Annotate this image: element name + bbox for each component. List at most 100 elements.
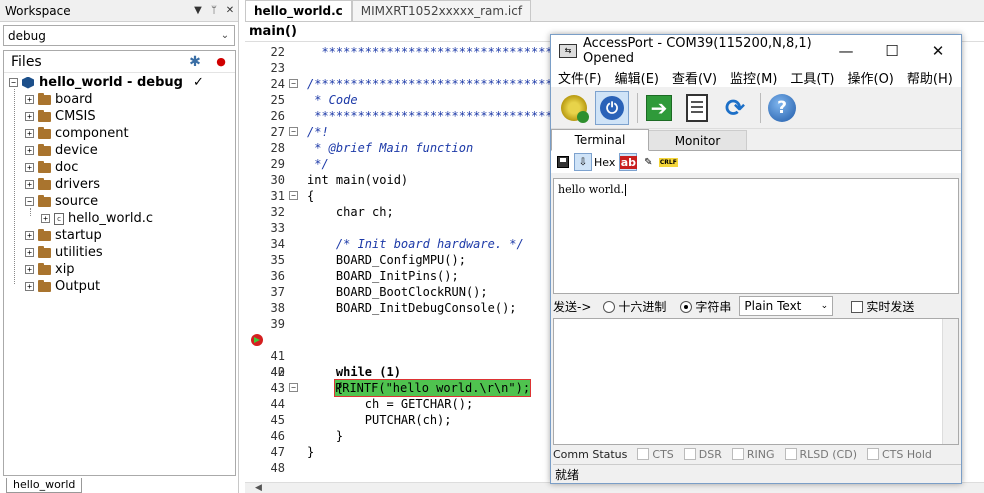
- expand-icon[interactable]: +: [25, 180, 34, 189]
- power-button[interactable]: ⏻: [595, 90, 629, 125]
- ring-indicator: RING: [731, 448, 775, 461]
- editor-tabs: hello_world.c MIMXRT1052xxxxx_ram.icf: [245, 0, 984, 22]
- menu-edit[interactable]: 编辑(E): [615, 68, 659, 87]
- comm-status-bar: Comm Status CTS DSR RING RLSD (CD) CTS H…: [553, 445, 961, 463]
- edit-button[interactable]: ✎: [639, 153, 657, 171]
- dsr-indicator: DSR: [683, 448, 722, 461]
- project-name: hello_world - debug: [39, 75, 183, 90]
- vertical-scrollbar[interactable]: [942, 319, 958, 444]
- document-button[interactable]: [680, 91, 714, 125]
- folder-icon: [38, 160, 51, 173]
- maximize-button[interactable]: ☐: [869, 42, 915, 60]
- fold-icon[interactable]: −: [289, 191, 298, 200]
- expand-icon[interactable]: +: [41, 214, 50, 223]
- receive-area[interactable]: hello world.: [553, 178, 959, 294]
- fold-icon[interactable]: −: [289, 383, 298, 392]
- fold-icon[interactable]: −: [289, 127, 298, 136]
- expand-icon[interactable]: +: [25, 112, 34, 121]
- serial-port-icon: ⇆: [559, 44, 577, 58]
- radio-string[interactable]: 字符串: [680, 298, 731, 315]
- status-bar: 就绪: [553, 464, 961, 484]
- menu-monitor[interactable]: 监控(M): [730, 68, 777, 87]
- radio-icon: [603, 301, 616, 313]
- tree-folder[interactable]: + CMSIS: [25, 108, 96, 125]
- crlf-button[interactable]: CRLF: [658, 153, 678, 171]
- text-cursor: [625, 184, 627, 196]
- tree-folder[interactable]: + Output: [25, 278, 100, 295]
- tree-folder[interactable]: + device: [25, 142, 98, 159]
- folder-icon: [38, 245, 51, 258]
- accessport-title: AccessPort - COM39(115200,N,8,1) Opened: [583, 36, 812, 66]
- folder-label: xip: [55, 262, 75, 277]
- hex-label[interactable]: Hex: [594, 156, 615, 169]
- crlf-icon: CRLF: [658, 157, 678, 167]
- folder-icon: [38, 92, 51, 105]
- folder-label: source: [55, 194, 99, 209]
- breakpoint-arrow-icon[interactable]: [251, 334, 263, 346]
- fold-icon[interactable]: −: [289, 79, 298, 88]
- help-icon: ?: [768, 93, 796, 122]
- tab-icf-file[interactable]: MIMXRT1052xxxxx_ram.icf: [351, 0, 532, 21]
- expand-icon[interactable]: +: [25, 248, 34, 257]
- chevron-down-icon: ⌄: [220, 30, 230, 41]
- tree-project[interactable]: − hello_world - debug ✓: [9, 74, 204, 91]
- save-button[interactable]: [554, 153, 572, 171]
- settings-button[interactable]: [557, 91, 591, 125]
- send-textarea[interactable]: [553, 318, 959, 445]
- pin-icon[interactable]: ᛘ: [206, 5, 222, 16]
- expand-icon[interactable]: +: [25, 231, 34, 240]
- gear-icon[interactable]: ✱: [183, 54, 207, 70]
- tree-folder[interactable]: + doc: [25, 159, 78, 176]
- send-format-select[interactable]: Plain Text ⌄: [739, 296, 834, 316]
- tab-monitor[interactable]: Monitor: [649, 130, 747, 150]
- collapse-icon[interactable]: −: [25, 197, 34, 206]
- send-format-value: Plain Text: [744, 299, 802, 313]
- tree-folder[interactable]: − source: [25, 193, 98, 210]
- hex-toggle-button[interactable]: ⇩: [574, 153, 592, 171]
- close-icon[interactable]: ✕: [222, 5, 238, 16]
- folder-icon: [38, 279, 51, 292]
- files-header: Files ✱ ●: [4, 51, 235, 73]
- menu-operate[interactable]: 操作(O): [848, 68, 894, 87]
- expand-icon[interactable]: +: [25, 282, 34, 291]
- expand-icon[interactable]: +: [25, 129, 34, 138]
- expand-icon[interactable]: +: [25, 163, 34, 172]
- radio-hex[interactable]: 十六进制: [603, 298, 666, 315]
- folder-icon: [38, 262, 51, 275]
- help-button[interactable]: ?: [765, 91, 799, 125]
- tree-folder[interactable]: + component: [25, 125, 129, 142]
- tree-folder[interactable]: + board: [25, 91, 93, 108]
- tab-terminal[interactable]: Terminal: [551, 129, 649, 151]
- dropdown-icon[interactable]: ▼: [190, 5, 206, 16]
- close-button[interactable]: ✕: [915, 42, 961, 60]
- tree-folder[interactable]: + drivers: [25, 176, 100, 193]
- tab-hello-world-c[interactable]: hello_world.c: [245, 0, 352, 21]
- files-label: Files: [11, 53, 42, 70]
- workspace-panel: Workspace ▼ ᛘ ✕ debug ⌄ Files ✱ ● − hell…: [0, 0, 239, 493]
- config-select[interactable]: debug ⌄: [3, 25, 235, 46]
- expand-icon[interactable]: +: [25, 146, 34, 155]
- tree-file[interactable]: + c hello_world.c: [41, 210, 153, 227]
- menu-view[interactable]: 查看(V): [672, 68, 717, 87]
- refresh-button[interactable]: ⟳: [718, 91, 752, 125]
- menu-help[interactable]: 帮助(H): [907, 68, 953, 87]
- menu-tools[interactable]: 工具(T): [790, 68, 834, 87]
- scroll-left-icon[interactable]: ◀: [255, 483, 262, 493]
- comm-status-label: Comm Status: [553, 447, 628, 461]
- tree-folder[interactable]: + utilities: [25, 244, 103, 261]
- send-button[interactable]: ➔: [642, 91, 676, 125]
- menu-file[interactable]: 文件(F): [558, 68, 602, 87]
- workspace-bottom-tab[interactable]: hello_world: [6, 478, 83, 493]
- tree-folder[interactable]: + startup: [25, 227, 102, 244]
- realtime-send-checkbox[interactable]: 实时发送: [851, 298, 914, 315]
- red-dot-icon[interactable]: ●: [207, 55, 235, 68]
- expand-icon[interactable]: +: [25, 95, 34, 104]
- minimize-button[interactable]: —: [823, 42, 869, 60]
- forward-arrow-icon: ➔: [646, 94, 672, 121]
- text-mode-button[interactable]: ab: [619, 153, 638, 171]
- project-icon: [22, 76, 34, 89]
- checkmark-icon: ✓: [192, 75, 204, 90]
- collapse-icon[interactable]: −: [9, 78, 18, 87]
- tree-folder[interactable]: + xip: [25, 261, 75, 278]
- expand-icon[interactable]: +: [25, 265, 34, 274]
